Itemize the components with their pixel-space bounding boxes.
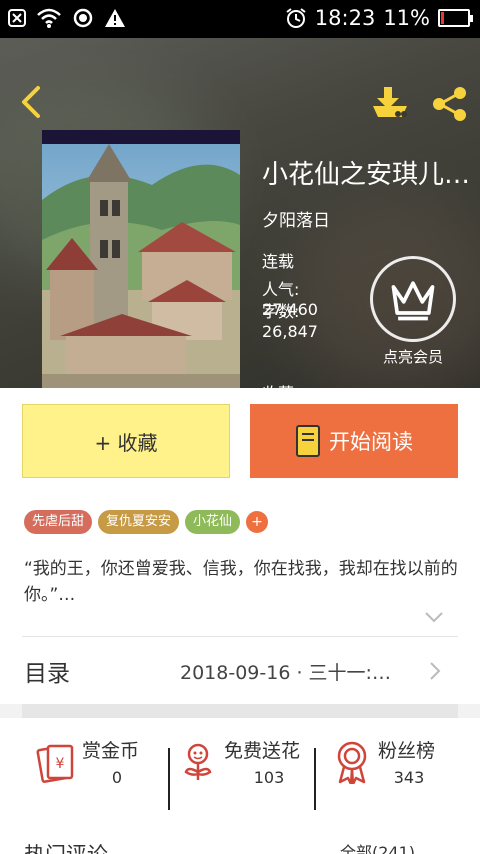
word-count-stat: 字数: 26,847 — [262, 302, 318, 342]
flower-icon — [184, 743, 212, 780]
reward-coins-label: 赏金币 — [82, 740, 140, 762]
chevron-right-icon[interactable] — [428, 660, 442, 682]
tag-chip[interactable]: 小花仙 — [185, 510, 241, 534]
book-header: 小花仙之安琪儿… 夕阳落日 连载 人气: 27,460 字数: 26,847 收… — [0, 38, 480, 388]
reward-coins-value: 0 — [111, 768, 123, 787]
word-count-label: 字数: — [262, 302, 300, 321]
word-count-value: 26,847 — [262, 322, 318, 341]
stats-divider — [168, 748, 170, 810]
add-favorite-button[interactable]: + 收藏 — [22, 404, 230, 478]
stats-divider — [314, 748, 316, 810]
start-reading-label: 开始阅读 — [329, 430, 413, 454]
book-cover[interactable] — [42, 130, 240, 388]
battery-icon — [438, 9, 473, 27]
free-flowers-label: 免费送花 — [224, 740, 301, 762]
status-icons-left — [8, 7, 126, 29]
book-cover-topbar — [42, 130, 240, 144]
tag-list: 先虐后甜 复仇夏安安 小花仙 + — [24, 510, 269, 534]
wifi-icon — [37, 8, 61, 28]
book-icon — [296, 425, 320, 457]
close-box-icon — [8, 9, 26, 27]
section-gap — [22, 704, 458, 718]
clock-time: 18:23 — [314, 6, 376, 30]
svg-text:¥: ¥ — [56, 756, 65, 772]
book-author[interactable]: 夕阳落日 — [262, 206, 330, 231]
location-icon — [73, 8, 93, 28]
toc-label[interactable]: 目录 — [24, 654, 70, 688]
popularity-label: 人气: — [262, 280, 300, 299]
chevron-down-icon[interactable] — [424, 610, 444, 624]
add-tag-button[interactable]: + — [246, 511, 269, 533]
alarm-icon — [286, 8, 306, 28]
battery-level-fill — [441, 12, 444, 24]
fan-ranking-stat[interactable]: 粉丝榜 343 — [332, 732, 458, 798]
book-status: 连载 — [262, 252, 295, 271]
status-icons-right: 18:23 11% — [285, 6, 473, 30]
book-title: 小花仙之安琪儿… — [262, 160, 471, 190]
medal-icon — [337, 741, 367, 784]
vip-label[interactable]: 点亮会员 — [370, 346, 456, 367]
stats-section: ¥ 赏金币 0 免费送花 103 粉丝榜 343 全部(241) — [0, 718, 480, 854]
share-icon[interactable] — [430, 84, 470, 124]
download-icon[interactable] — [370, 84, 410, 124]
tag-chip[interactable]: 先虐后甜 — [24, 510, 93, 534]
stats-row: ¥ 赏金币 0 免费送花 103 粉丝榜 343 — [22, 732, 458, 810]
add-favorite-label: + 收藏 — [94, 430, 158, 455]
free-flowers-value: 103 — [253, 768, 285, 787]
all-comments-link[interactable]: 全部(241) — [340, 842, 415, 854]
tag-chip[interactable]: 复仇夏安安 — [98, 510, 180, 534]
status-bar: 18:23 11% — [0, 0, 480, 38]
battery-percent: 11% — [383, 6, 430, 30]
divider — [22, 636, 458, 637]
book-cover-illustration — [42, 130, 240, 388]
warning-icon — [105, 9, 125, 27]
book-description[interactable]: “我的王，你还曾爱我、信我，你在找我，我却在找以前的你。”… — [24, 556, 458, 608]
hot-comments-label: 热门评论 — [24, 842, 108, 854]
book-detail-panel: + 收藏 开始阅读 先虐后甜 复仇夏安安 小花仙 + “我的王，你还曾爱我、信我，你在… — [0, 388, 480, 704]
red-envelope-icon: ¥ — [36, 744, 74, 783]
reward-coins-stat[interactable]: ¥ 赏金币 0 — [36, 732, 166, 798]
fan-ranking-value: 343 — [393, 768, 425, 787]
crown-icon[interactable] — [370, 256, 456, 342]
free-flowers-stat[interactable]: 免费送花 103 — [178, 732, 314, 798]
start-reading-button[interactable]: 开始阅读 — [250, 404, 458, 478]
toc-latest-chapter[interactable]: 2018-09-16 · 三十一:… — [180, 658, 420, 685]
chevron-left-icon[interactable] — [12, 82, 48, 122]
fan-ranking-label: 粉丝榜 — [378, 740, 436, 762]
